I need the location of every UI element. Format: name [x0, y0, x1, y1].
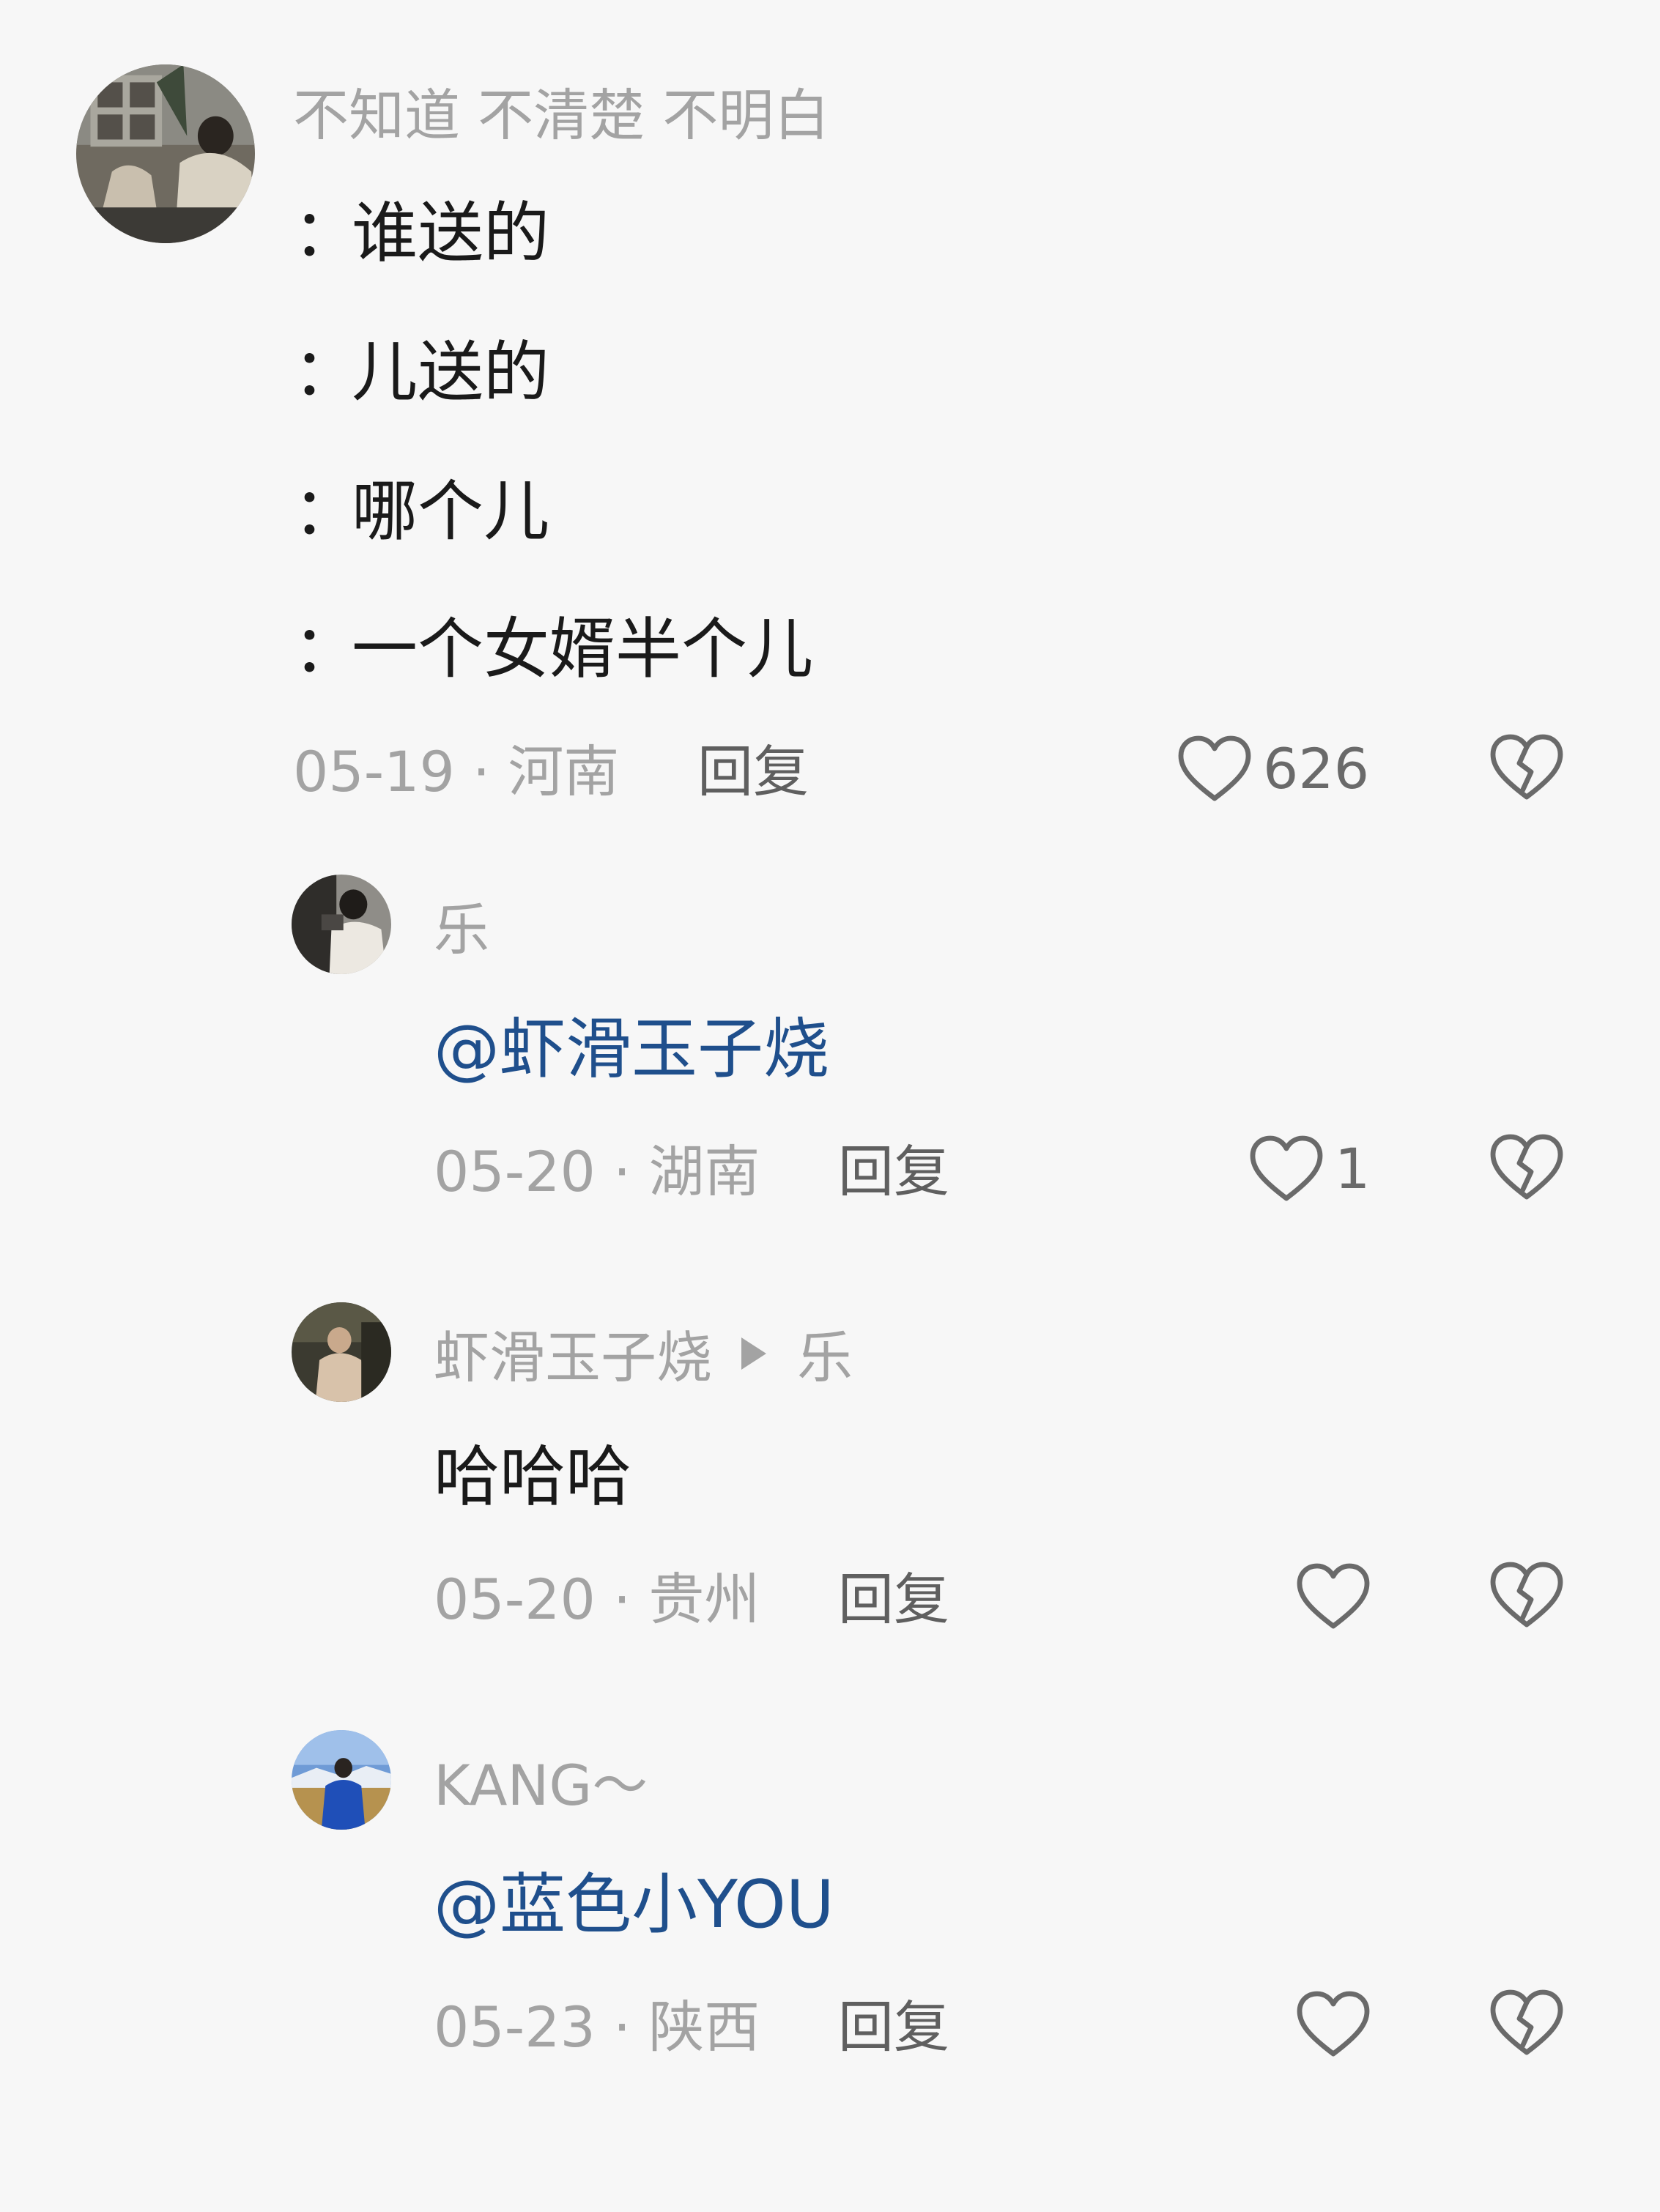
date-location: 05-20 · 湖南 — [434, 1139, 760, 1204]
like-button[interactable] — [1295, 1988, 1371, 2061]
dislike-button[interactable] — [1489, 732, 1565, 806]
comment-text: 谁送的 — [352, 195, 549, 272]
like-button[interactable]: 626 — [1177, 732, 1369, 806]
broken-heart-icon — [1489, 732, 1565, 803]
heart-outline-icon — [1248, 1134, 1324, 1204]
like-button[interactable] — [1295, 1560, 1371, 1633]
broken-heart-icon — [1489, 1560, 1565, 1630]
reply-target[interactable]: 乐 — [797, 1325, 853, 1390]
colon: ： — [293, 473, 359, 550]
heart-outline-icon — [1295, 1562, 1371, 1632]
heart-outline-icon — [1177, 734, 1253, 804]
avatar[interactable] — [292, 1730, 391, 1830]
reply-button[interactable]: 回复 — [838, 2000, 949, 2055]
reply-button[interactable]: 回复 — [838, 1144, 949, 1200]
comment-line-1: ：谁送的 — [293, 201, 549, 267]
comment-line-2: ：儿送的 — [293, 340, 549, 406]
broken-heart-icon — [1489, 1132, 1565, 1203]
reply-button[interactable]: 回复 — [697, 744, 809, 800]
dislike-button[interactable] — [1489, 1132, 1565, 1206]
broken-heart-icon — [1489, 1988, 1565, 2058]
comment-line-3: ：哪个儿 — [293, 479, 549, 545]
dislike-button[interactable] — [1489, 1988, 1565, 2061]
date-location: 05-19 · 河南 — [293, 739, 620, 804]
comment-line-4: ：一个女婿半个儿 — [293, 617, 813, 683]
username[interactable]: 乐 — [434, 902, 489, 958]
play-arrow-icon — [741, 1337, 766, 1370]
like-button[interactable]: 1 — [1248, 1132, 1370, 1206]
colon: ： — [293, 195, 359, 272]
colon: ： — [293, 611, 359, 688]
date-location: 05-20 · 贵州 — [434, 1567, 760, 1632]
username[interactable]: 虾滑玉子烧乐 — [434, 1330, 853, 1386]
comment-text: 哈哈哈 — [434, 1439, 631, 1515]
like-count: 626 — [1263, 736, 1370, 801]
comment-text: 一个女婿半个儿 — [352, 611, 813, 688]
avatar[interactable] — [292, 1302, 391, 1402]
reply-author[interactable]: 虾滑玉子烧 — [434, 1325, 712, 1390]
dislike-button[interactable] — [1489, 1560, 1565, 1633]
date-location: 05-23 · 陕西 — [434, 1994, 760, 2060]
avatar[interactable] — [76, 64, 255, 243]
mention-link[interactable]: @蓝色小YOU — [434, 1872, 834, 1938]
username[interactable]: KANG～ — [434, 1758, 648, 1814]
reply-button[interactable]: 回复 — [838, 1572, 949, 1628]
comment-thread: 不知道 不清楚 不明白 ：谁送的 ：儿送的 ：哪个儿 ：一个女婿半个儿 05-1… — [0, 0, 1660, 2212]
like-count: 1 — [1335, 1136, 1371, 1201]
username[interactable]: 不知道 不清楚 不明白 — [293, 88, 829, 144]
comment-text: 儿送的 — [352, 334, 549, 411]
avatar[interactable] — [292, 875, 391, 974]
colon: ： — [293, 334, 359, 411]
comment-text: 哪个儿 — [352, 473, 549, 550]
heart-outline-icon — [1295, 1989, 1371, 2060]
mention-link[interactable]: @虾滑玉子烧 — [434, 1017, 829, 1083]
